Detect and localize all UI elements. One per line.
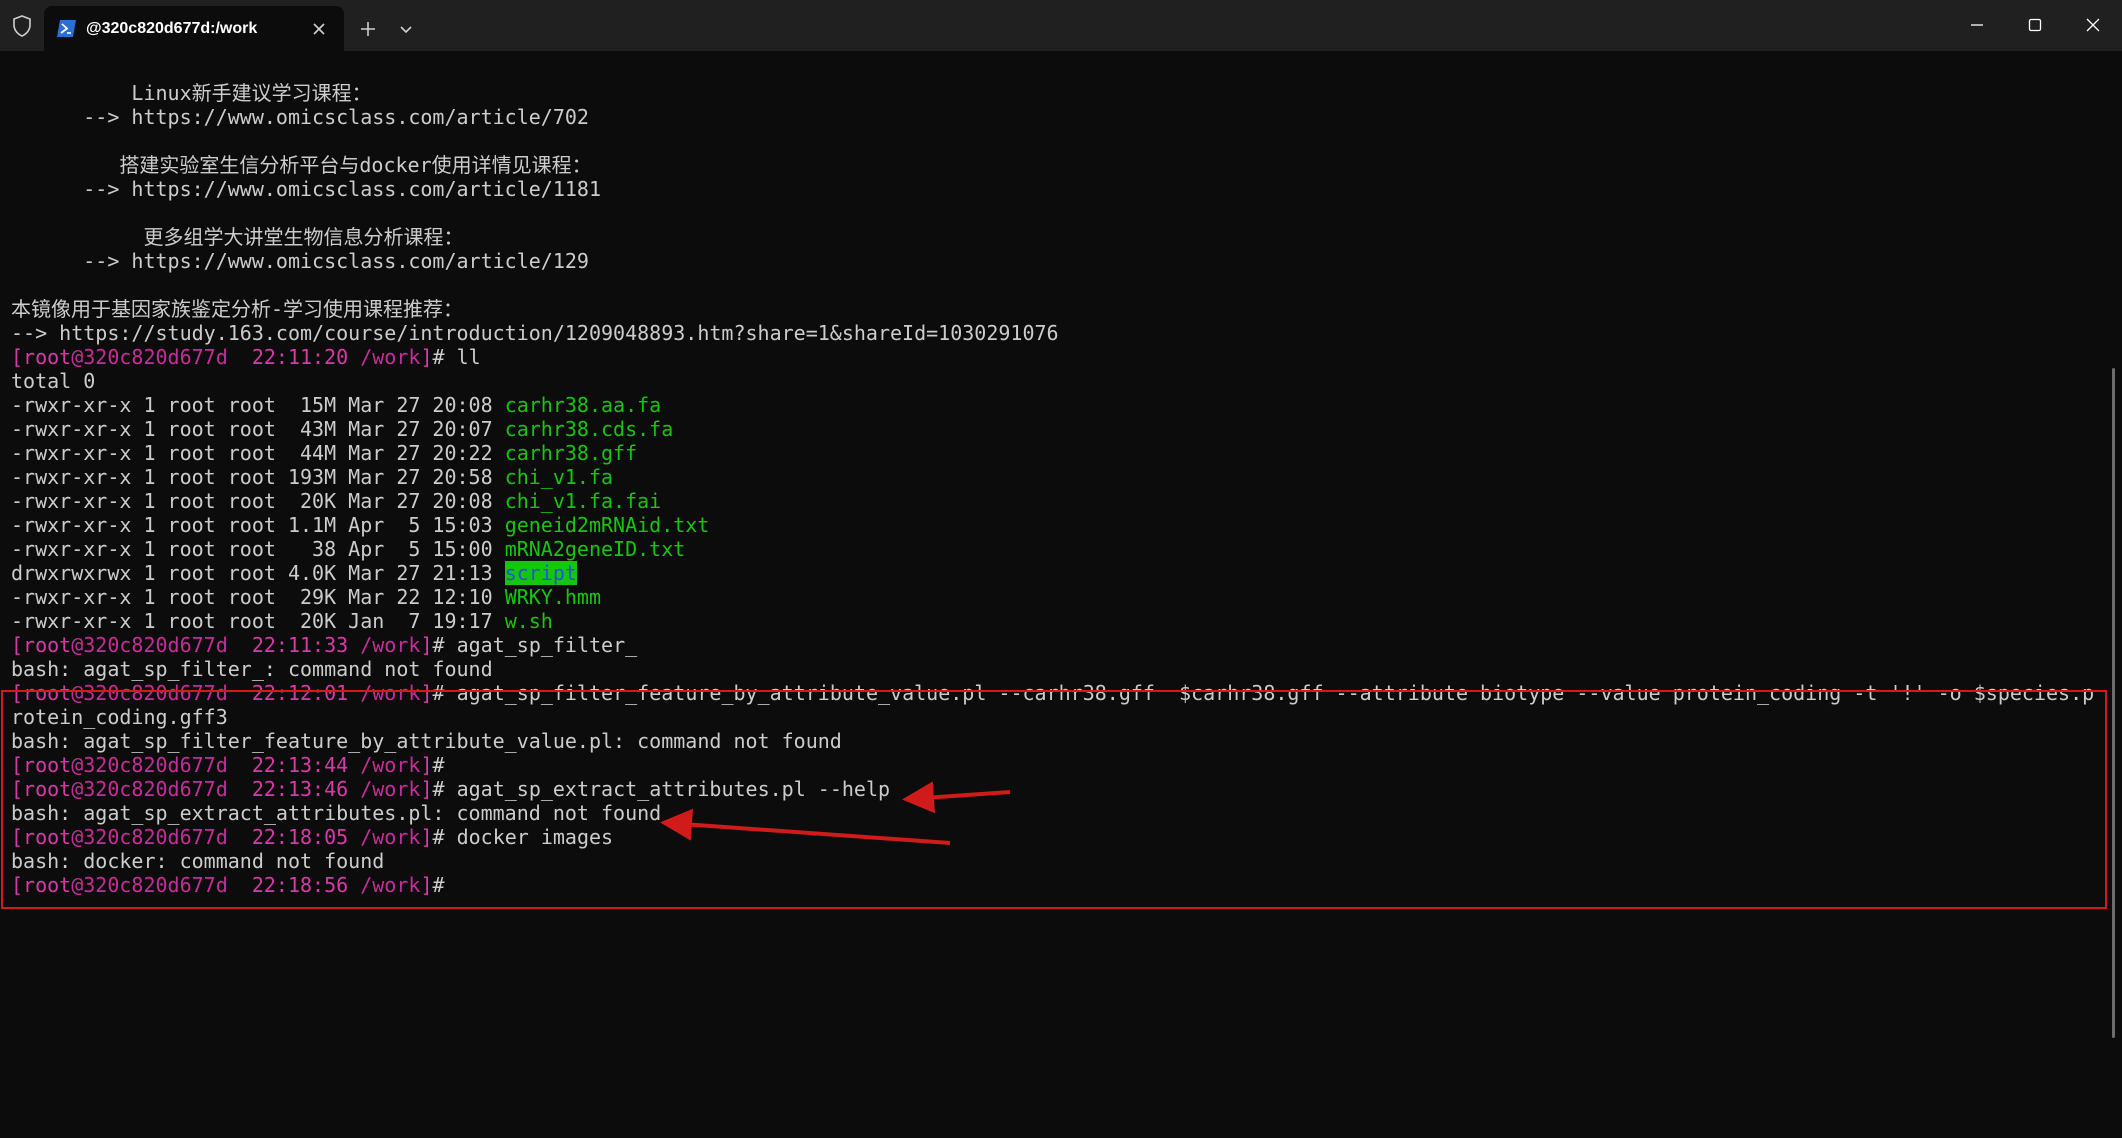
file-name: carhr38.gff bbox=[504, 441, 638, 465]
tab-close-icon[interactable] bbox=[309, 19, 329, 39]
terminal-line: -rwxr-xr-x 1 root root 1.1M Apr 5 15:03 … bbox=[11, 513, 2094, 537]
terminal-text: -rwxr-xr-x 1 root root 20K Mar 27 20:08 bbox=[11, 489, 505, 513]
terminal-line: bash: agat_sp_filter_: command not found bbox=[11, 657, 2094, 681]
terminal-text: -rwxr-xr-x 1 root root 29K Mar 22 12:10 bbox=[11, 585, 505, 609]
file-name: chi_v1.fa.fai bbox=[504, 489, 662, 513]
prompt-host: @320c820d677d bbox=[71, 345, 228, 369]
terminal-text: Linux新手建议学习课程： bbox=[11, 81, 372, 105]
terminal-line: [root@320c820d677d 22:11:20 /work]# ll bbox=[11, 345, 2094, 369]
maximize-button[interactable] bbox=[2006, 0, 2064, 51]
close-window-button[interactable] bbox=[2064, 0, 2122, 51]
terminal-line: -rwxr-xr-x 1 root root 193M Mar 27 20:58… bbox=[11, 465, 2094, 489]
terminal-text: -rwxr-xr-x 1 root root 44M Mar 27 20:22 bbox=[11, 441, 505, 465]
terminal-line: -rwxr-xr-x 1 root root 29K Mar 22 12:10 … bbox=[11, 585, 2094, 609]
terminal-text: total 0 bbox=[11, 369, 96, 393]
prompt-time: 22:11:33 bbox=[227, 633, 349, 657]
terminal-line: -rwxr-xr-x 1 root root 43M Mar 27 20:07 … bbox=[11, 417, 2094, 441]
terminal-line: 更多组学大讲堂生物信息分析课程： bbox=[11, 225, 2094, 249]
terminal-output[interactable]: Linux新手建议学习课程： --> https://www.omicsclas… bbox=[0, 51, 2122, 1138]
prompt-path: /work bbox=[348, 633, 421, 657]
chevron-down-icon[interactable] bbox=[396, 20, 416, 40]
prompt-user: ] bbox=[420, 633, 433, 657]
terminal-text: -rwxr-xr-x 1 root root 43M Mar 27 20:07 bbox=[11, 417, 505, 441]
terminal-line: [root@320c820d677d 22:11:33 /work]# agat… bbox=[11, 633, 2094, 657]
terminal-line: -rwxr-xr-x 1 root root 20K Jan 7 19:17 w… bbox=[11, 609, 2094, 633]
prompt-host: @320c820d677d bbox=[71, 633, 228, 657]
terminal-line: -rwxr-xr-x 1 root root 38 Apr 5 15:00 mR… bbox=[11, 537, 2094, 561]
terminal-line: drwxrwxrwx 1 root root 4.0K Mar 27 21:13… bbox=[11, 561, 2094, 585]
title-bar: @320c820d677d:/work bbox=[0, 0, 2122, 51]
file-name: mRNA2geneID.txt bbox=[504, 537, 686, 561]
terminal-text: -rwxr-xr-x 1 root root 38 Apr 5 15:00 bbox=[11, 537, 505, 561]
terminal-line: 本镜像用于基因家族鉴定分析-学习使用课程推荐： bbox=[11, 297, 2094, 321]
terminal-line: -rwxr-xr-x 1 root root 20K Mar 27 20:08 … bbox=[11, 489, 2094, 513]
powershell-icon bbox=[57, 20, 76, 37]
terminal-text: -rwxr-xr-x 1 root root 1.1M Apr 5 15:03 bbox=[11, 513, 505, 537]
terminal-line: total 0 bbox=[11, 369, 2094, 393]
terminal-text: --> https://www.omicsclass.com/article/7… bbox=[11, 105, 589, 129]
prompt-path: /work bbox=[348, 345, 421, 369]
terminal-line: --> https://www.omicsclass.com/article/7… bbox=[11, 105, 2094, 129]
scrollbar[interactable] bbox=[2112, 368, 2115, 1038]
tab-title: @320c820d677d:/work bbox=[86, 20, 258, 37]
terminal-text: -rwxr-xr-x 1 root root 20K Jan 7 19:17 bbox=[11, 609, 505, 633]
minimize-icon bbox=[1971, 24, 1983, 26]
close-icon bbox=[2086, 18, 2100, 32]
terminal-line: 搭建实验室生信分析平台与docker使用详情见课程： bbox=[11, 153, 2094, 177]
terminal-text: --> https://www.omicsclass.com/article/1… bbox=[11, 177, 602, 201]
file-name: chi_v1.fa bbox=[504, 465, 614, 489]
terminal-line: Linux新手建议学习课程： bbox=[11, 81, 2094, 105]
file-name: WRKY.hmm bbox=[504, 585, 602, 609]
file-name: w.sh bbox=[504, 609, 553, 633]
annotation-highlight-box bbox=[1, 690, 2107, 909]
terminal-text: 搭建实验室生信分析平台与docker使用详情见课程： bbox=[11, 153, 592, 177]
terminal-text: drwxrwxrwx 1 root root 4.0K Mar 27 21:13 bbox=[11, 561, 505, 585]
terminal-line: --> https://www.omicsclass.com/article/1… bbox=[11, 249, 2094, 273]
terminal-text: bash: agat_sp_filter_: command not found bbox=[11, 657, 493, 681]
terminal-line: --> https://www.omicsclass.com/article/1… bbox=[11, 177, 2094, 201]
file-name: carhr38.cds.fa bbox=[504, 417, 674, 441]
terminal-line: --> https://study.163.com/course/introdu… bbox=[11, 321, 2094, 345]
prompt-user: [root bbox=[11, 633, 72, 657]
minimize-button[interactable] bbox=[1948, 0, 2006, 51]
terminal-text: 更多组学大讲堂生物信息分析课程： bbox=[11, 225, 464, 249]
terminal-text: 本镜像用于基因家族鉴定分析-学习使用课程推荐： bbox=[11, 297, 464, 321]
terminal-line: -rwxr-xr-x 1 root root 44M Mar 27 20:22 … bbox=[11, 441, 2094, 465]
terminal-text: --> https://study.163.com/course/introdu… bbox=[11, 321, 1059, 345]
prompt-user: [root bbox=[11, 345, 72, 369]
plus-icon[interactable] bbox=[356, 17, 380, 41]
maximize-icon bbox=[2028, 18, 2042, 32]
terminal-text: # agat_sp_filter_ bbox=[432, 633, 638, 657]
terminal-text: # ll bbox=[432, 345, 481, 369]
file-name: geneid2mRNAid.txt bbox=[504, 513, 710, 537]
tab-terminal[interactable]: @320c820d677d:/work bbox=[44, 6, 344, 51]
directory-name: script bbox=[504, 561, 577, 585]
file-name: carhr38.aa.fa bbox=[504, 393, 662, 417]
prompt-user: ] bbox=[420, 345, 433, 369]
prompt-time: 22:11:20 bbox=[227, 345, 349, 369]
terminal-text: -rwxr-xr-x 1 root root 15M Mar 27 20:08 bbox=[11, 393, 505, 417]
terminal-text: --> https://www.omicsclass.com/article/1… bbox=[11, 249, 589, 273]
terminal-text: -rwxr-xr-x 1 root root 193M Mar 27 20:58 bbox=[11, 465, 505, 489]
shield-icon[interactable] bbox=[10, 14, 34, 38]
terminal-line: -rwxr-xr-x 1 root root 15M Mar 27 20:08 … bbox=[11, 393, 2094, 417]
